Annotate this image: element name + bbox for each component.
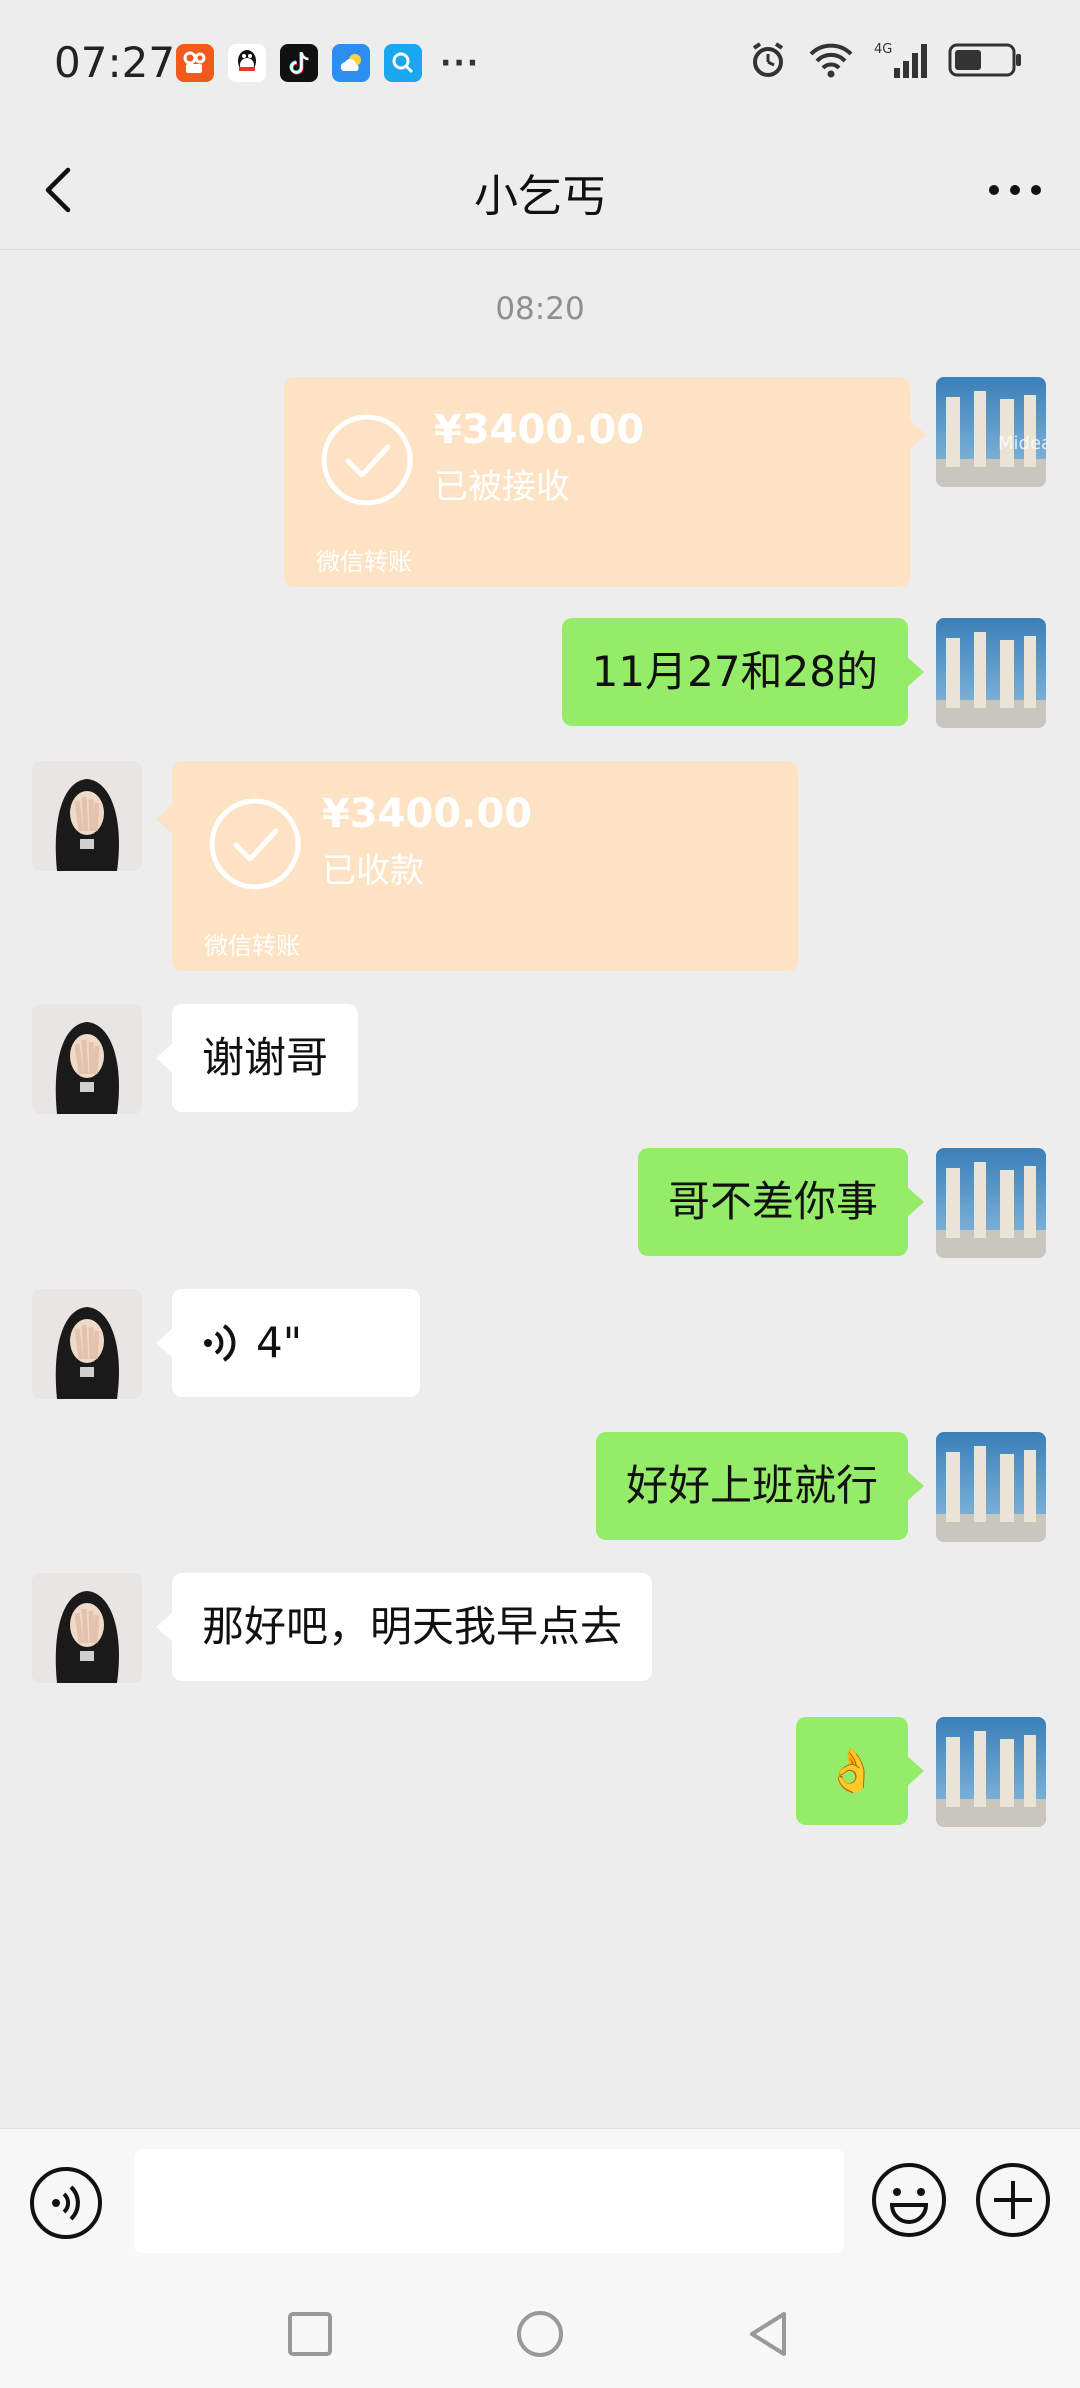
contact-avatar[interactable] [32,1289,142,1399]
contact-avatar[interactable] [32,761,142,871]
alarm-icon [752,42,784,77]
transfer-label: 微信转账 [204,932,300,960]
network-type-label: 4G [874,42,892,57]
self-avatar[interactable]: Midea [936,377,1046,487]
message-bubble-received[interactable]: 那好吧，明天我早点去 [155,1573,653,1681]
transfer-status: 已收款 [322,851,424,891]
voice-input-icon[interactable] [28,2165,104,2241]
transfer-label: 微信转账 [316,548,412,576]
transfer-amount: ¥3400.00 [434,407,645,453]
svg-text:Midea: Midea [998,433,1046,454]
system-back-icon[interactable] [740,2304,800,2364]
more-options-icon[interactable] [980,160,1050,220]
kuaishou-icon [176,44,214,82]
message-timestamp: 08:20 [495,291,585,327]
chat-title: 小乞丐 [474,171,606,222]
self-avatar[interactable] [936,1432,1046,1542]
emoji-icon[interactable] [870,2161,948,2239]
contact-avatar[interactable] [32,1573,142,1683]
voice-duration: 4" [256,1318,303,1367]
self-avatar[interactable] [936,1148,1046,1258]
signal-4g-icon: 4G [874,42,927,78]
self-avatar[interactable] [936,618,1046,728]
status-time: 07:27 [54,38,176,87]
tiktok-icon [280,44,318,82]
weather-icon [332,44,370,82]
self-avatar[interactable] [936,1717,1046,1827]
battery-icon [948,43,1021,77]
browser-search-icon [384,44,422,82]
message-bubble-sent[interactable]: 好好上班就行 [595,1432,925,1540]
chat-messages: 08:20 ¥3400.00 已被接收 微信转账 Midea 11月27和28的… [0,251,1080,2128]
contact-avatar[interactable] [32,1004,142,1114]
message-input[interactable] [134,2149,844,2253]
plus-icon[interactable] [974,2161,1052,2239]
voice-wave-icon [204,1324,236,1362]
transfer-card-received[interactable]: ¥3400.00 已收款 微信转账 [156,761,798,971]
wifi-icon [809,43,853,78]
system-navigation-bar [0,2278,1080,2388]
qq-icon [228,44,266,82]
notification-icons: ··· [176,44,480,82]
home-icon[interactable] [510,2304,570,2364]
transfer-received-check-icon [209,798,301,890]
message-input-bar [0,2128,1080,2278]
voice-message-bubble[interactable]: 4" [156,1289,420,1397]
transfer-received-check-icon [321,414,413,506]
transfer-amount: ¥3400.00 [322,791,533,837]
status-bar: 07:27 ··· 4G [0,0,1080,130]
chat-header: 小乞丐 [0,130,1080,250]
recent-apps-icon[interactable] [280,2304,340,2364]
message-bubble-sent[interactable]: 哥不差你事 [637,1148,925,1256]
message-bubble-sent[interactable]: 👌 [795,1717,925,1825]
transfer-card-sent[interactable]: ¥3400.00 已被接收 微信转账 [284,377,926,587]
transfer-status: 已被接收 [434,467,570,507]
system-status-icons: 4G [748,40,1024,80]
more-notifications-icon: ··· [440,45,481,81]
message-bubble-received[interactable]: 谢谢哥 [155,1004,359,1112]
message-bubble-sent[interactable]: 11月27和28的 [561,618,925,726]
